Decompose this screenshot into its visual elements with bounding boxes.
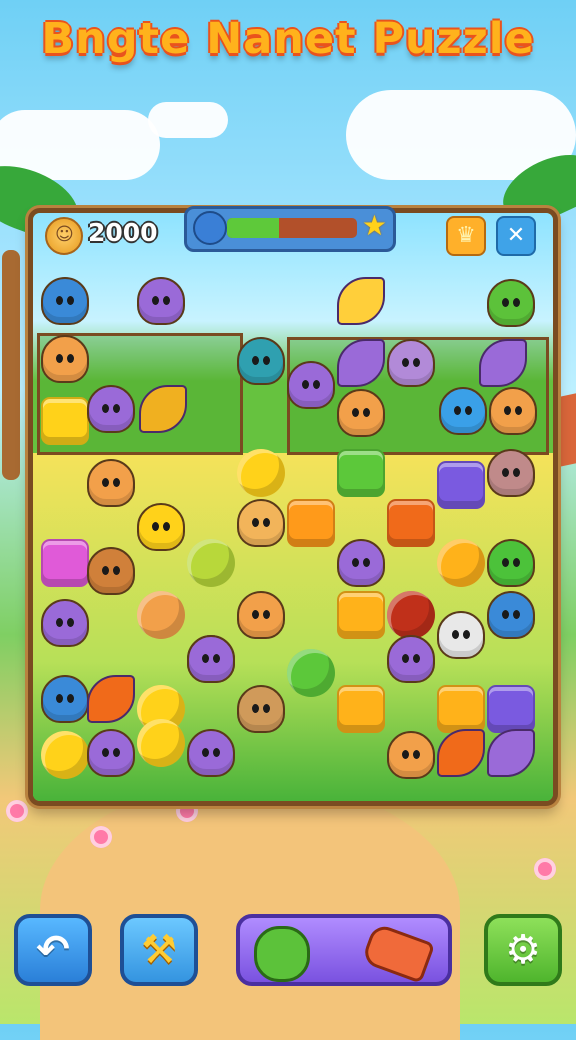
tile-green-block[interactable] — [337, 449, 385, 497]
tile-orange-cat[interactable] — [87, 459, 135, 507]
tile-orange-ring[interactable] — [137, 591, 185, 639]
tile-orange-cat[interactable] — [237, 499, 285, 547]
tile-purple-bear[interactable] — [337, 539, 385, 587]
gear-icon: ⚙ — [505, 927, 541, 973]
tile-yellow-chick[interactable] — [137, 719, 185, 767]
tile-orange-cat[interactable] — [387, 731, 435, 779]
whistle-icon — [360, 922, 436, 984]
tile-purple-bear[interactable] — [187, 729, 235, 777]
tile-orange-ball[interactable] — [437, 539, 485, 587]
tile-orange-cat[interactable] — [489, 387, 537, 435]
tile-orange-cat[interactable] — [237, 591, 285, 639]
green-monster-icon — [254, 926, 310, 982]
hammer-icon: ⚒ — [141, 927, 177, 973]
hammer-button[interactable]: ⚒ — [120, 914, 198, 986]
back-arrow-icon: ↶ — [36, 927, 70, 973]
tile-teal-fish[interactable] — [237, 337, 285, 385]
tile-white-ghost[interactable] — [437, 611, 485, 659]
tile-pink-block[interactable] — [41, 539, 89, 587]
tile-orange-red-block[interactable] — [387, 499, 435, 547]
score-display: 2000 — [88, 218, 158, 247]
coin-icon: ☺ — [45, 217, 83, 255]
tile-purple-cat[interactable] — [137, 277, 185, 325]
tile-lime-snail[interactable] — [187, 539, 235, 587]
crown-button[interactable]: ♛ — [446, 216, 486, 256]
tile-blue-monster[interactable] — [487, 591, 535, 639]
palm-trunk — [2, 250, 20, 480]
tile-brown-monkey[interactable] — [237, 685, 285, 733]
tile-purple-mouse[interactable] — [387, 339, 435, 387]
tile-orange-block[interactable] — [337, 685, 385, 733]
crown-icon: ♛ — [456, 223, 476, 248]
flower — [90, 826, 112, 848]
bird-icon — [193, 211, 227, 245]
flower — [534, 858, 556, 880]
level-progress-bar: ★ — [184, 206, 396, 252]
tile-orange-block[interactable] — [437, 685, 485, 733]
cloud — [148, 102, 228, 138]
tile-blue-bird[interactable] — [41, 277, 89, 325]
flower — [6, 800, 28, 822]
tile-red-ball[interactable] — [387, 591, 435, 639]
tile-purple-block[interactable] — [487, 685, 535, 733]
star-icon: ★ — [361, 209, 387, 242]
tile-yellow-bird[interactable] — [41, 731, 89, 779]
powerup-bar[interactable] — [236, 914, 452, 986]
progress-track — [227, 218, 357, 238]
tile-green-frog[interactable] — [487, 539, 535, 587]
progress-fill — [227, 218, 279, 238]
tile-purple-owl[interactable] — [287, 361, 335, 409]
tile-orange-block[interactable] — [287, 499, 335, 547]
tile-yellow-chick[interactable] — [137, 503, 185, 551]
tile-blue-cat[interactable] — [41, 675, 89, 723]
close-icon: ✕ — [506, 223, 526, 248]
tile-raccoon[interactable] — [487, 449, 535, 497]
tile-purple-monster[interactable] — [387, 635, 435, 683]
tile-purple-cat[interactable] — [41, 599, 89, 647]
game-board — [28, 208, 558, 806]
tile-green-ball[interactable] — [287, 649, 335, 697]
tile-yellow-block[interactable] — [41, 397, 89, 445]
tile-green-frog[interactable] — [487, 279, 535, 327]
close-button[interactable]: ✕ — [496, 216, 536, 256]
dirt-path — [40, 780, 460, 1040]
settings-button[interactable]: ⚙ — [484, 914, 562, 986]
tile-orange-block[interactable] — [337, 591, 385, 639]
tile-blue-cat[interactable] — [439, 387, 487, 435]
tile-purple-blob[interactable] — [87, 385, 135, 433]
tile-brown-dog[interactable] — [87, 547, 135, 595]
tile-purple-cat[interactable] — [87, 729, 135, 777]
tile-purple-monster[interactable] — [187, 635, 235, 683]
tile-purple-block[interactable] — [437, 461, 485, 509]
back-button[interactable]: ↶ — [14, 914, 92, 986]
tile-yellow-chick[interactable] — [237, 449, 285, 497]
game-title: Bngte Nanet Puzzle — [41, 14, 535, 64]
tile-orange-fox[interactable] — [41, 335, 89, 383]
tile-orange-cat[interactable] — [337, 389, 385, 437]
